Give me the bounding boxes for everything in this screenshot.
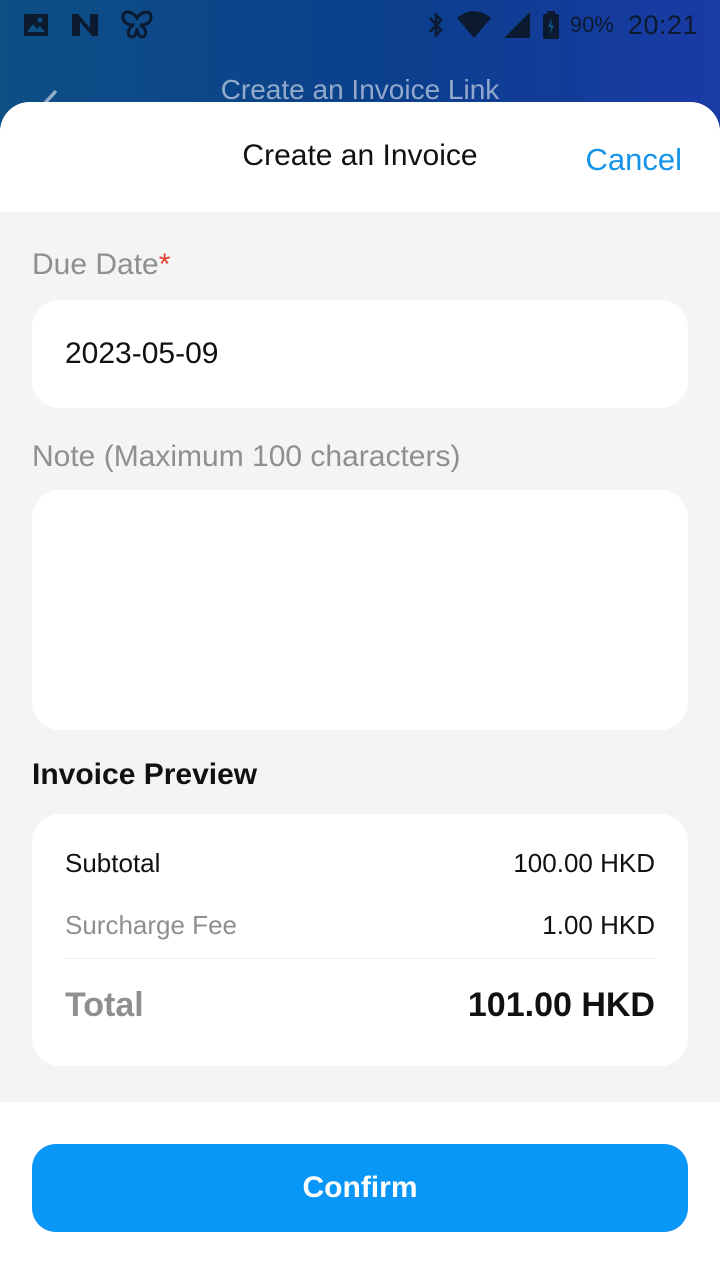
due-date-field[interactable] <box>32 300 688 408</box>
note-field[interactable] <box>32 490 688 730</box>
cell-signal-icon <box>502 11 532 39</box>
subtotal-value: 100.00 HKD <box>513 848 655 878</box>
sheet-footer: Confirm <box>0 1102 720 1280</box>
n-app-icon <box>70 11 100 39</box>
surcharge-value: 1.00 HKD <box>542 910 655 940</box>
sheet-title: Create an Invoice <box>242 139 478 172</box>
battery-percentage: 90% <box>569 12 614 37</box>
butterfly-icon <box>120 10 154 40</box>
status-left-icons <box>22 10 154 40</box>
due-date-label: Due Date* <box>32 248 170 282</box>
status-right-icons: 90% 20:21 <box>426 10 698 41</box>
subtotal-row: Subtotal 100.00 HKD <box>65 848 655 879</box>
subtotal-label: Subtotal <box>65 848 161 878</box>
cancel-button[interactable]: Cancel <box>586 142 683 178</box>
required-asterisk: * <box>158 248 171 281</box>
invoice-preview-title: Invoice Preview <box>32 758 258 791</box>
battery-icon <box>542 10 560 40</box>
invoice-preview-card: Subtotal 100.00 HKD Surcharge Fee 1.00 H… <box>32 814 688 1066</box>
clock: 20:21 <box>627 9 698 40</box>
wifi-icon <box>456 11 492 39</box>
confirm-button[interactable]: Confirm <box>32 1144 688 1232</box>
preview-divider <box>65 958 655 959</box>
total-value: 101.00 HKD <box>467 986 655 1024</box>
image-icon <box>22 11 50 39</box>
due-date-label-text: Due Date <box>32 248 159 281</box>
total-label: Total <box>65 986 144 1024</box>
bluetooth-icon <box>426 10 446 40</box>
note-label: Note (Maximum 100 characters) <box>32 440 461 473</box>
surcharge-label: Surcharge Fee <box>65 910 237 940</box>
create-invoice-sheet: Create an Invoice Cancel Due Date* Note … <box>0 102 720 1280</box>
surcharge-row: Surcharge Fee 1.00 HKD <box>65 910 655 941</box>
sheet-header: Create an Invoice Cancel <box>0 102 720 212</box>
status-bar: 90% 20:21 <box>0 0 720 50</box>
total-row: Total 101.00 HKD <box>65 986 655 1025</box>
